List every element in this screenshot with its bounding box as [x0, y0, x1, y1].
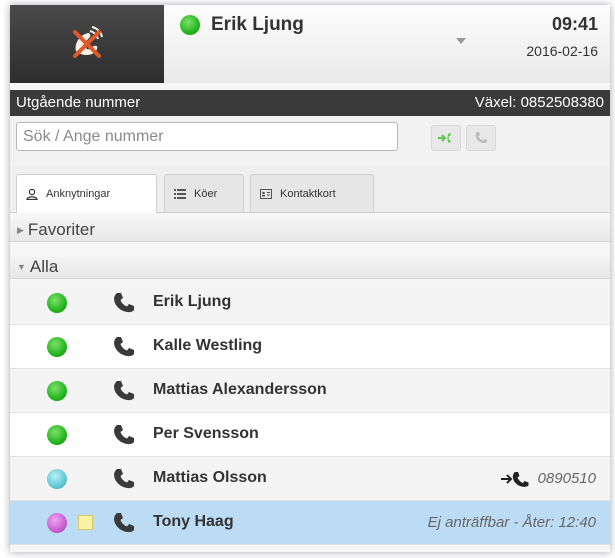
status-message: Ej anträffbar - Åter: 12:40 [427, 514, 596, 531]
contact-row-selected[interactable]: Tony Haag Ej anträffbar - Åter: 12:40 [10, 501, 610, 545]
contact-row[interactable]: Kalle Westling [10, 325, 610, 369]
tab-extensions[interactable]: Anknytningar [16, 174, 157, 213]
call-forward-icon [501, 472, 529, 487]
phone-icon[interactable] [112, 467, 136, 491]
contact-name: Tony Haag [153, 513, 234, 530]
call-button[interactable] [466, 125, 496, 151]
forward-number: 0890510 [537, 470, 596, 487]
phone-icon[interactable] [112, 335, 136, 359]
contact-row[interactable]: Erik Ljung [10, 281, 610, 325]
status-dot [47, 337, 67, 357]
no-call-phone-icon [73, 26, 103, 58]
tab-queues[interactable]: Köer [164, 174, 244, 212]
search-input[interactable] [16, 122, 398, 151]
clock-time: 09:41 [551, 14, 598, 34]
search-row [10, 116, 610, 166]
status-dot [47, 381, 67, 401]
logo-area[interactable] [10, 5, 164, 83]
tab-bar: Anknytningar Köer Kontaktkort [10, 166, 610, 213]
tab-label: Kontaktkort [280, 187, 336, 200]
contact-name: Erik Ljung [153, 293, 232, 310]
contact-card-icon [260, 188, 272, 199]
section-favorites[interactable]: ▶ Favoriter [10, 219, 610, 242]
contact-name: Mattias Alexandersson [153, 381, 327, 398]
contact-name: Per Svensson [153, 425, 259, 442]
status-dot [47, 513, 67, 533]
app-window: Erik Ljung 09:41 2016-02-16 Utgående num… [10, 5, 610, 552]
note-icon[interactable] [78, 515, 93, 530]
contact-name: Mattias Olsson [153, 469, 267, 486]
transfer-call-icon [438, 133, 451, 143]
expand-right-icon: ▶ [17, 225, 24, 235]
section-all[interactable]: ▼ Alla [10, 256, 610, 279]
contact-row[interactable]: Per Svensson [10, 413, 610, 457]
status-dot [47, 425, 67, 445]
list-icon [174, 188, 186, 199]
contact-name: Kalle Westling [153, 337, 263, 354]
phone-icon[interactable] [112, 291, 136, 315]
phone-icon[interactable] [112, 379, 136, 403]
user-status-dot [180, 15, 200, 35]
outgoing-number-bar: Utgående nummer Växel: 0852508380 [10, 90, 610, 116]
phone-icon [475, 132, 487, 144]
chevron-down-icon[interactable] [456, 38, 466, 44]
status-dot [47, 469, 67, 489]
contact-row[interactable]: Mattias Olsson 0890510 [10, 457, 610, 501]
user-name: Erik Ljung [211, 14, 304, 35]
section-label: Alla [29, 257, 59, 276]
user-status-area[interactable]: Erik Ljung 09:41 2016-02-16 [164, 5, 610, 83]
person-icon [26, 188, 38, 200]
section-label: Favoriter [27, 220, 95, 239]
outgoing-number-label: Utgående nummer [16, 94, 141, 111]
tab-label: Anknytningar [46, 188, 111, 200]
collapse-down-icon: ▼ [17, 262, 26, 272]
clock-date: 2016-02-16 [526, 43, 598, 59]
switchboard-number: Växel: 0852508380 [474, 94, 604, 111]
header: Erik Ljung 09:41 2016-02-16 [10, 5, 610, 83]
phone-icon[interactable] [112, 511, 136, 535]
status-dot [47, 293, 67, 313]
tab-contact-card[interactable]: Kontaktkort [250, 174, 374, 212]
transfer-call-button[interactable] [431, 125, 461, 151]
contact-row[interactable]: Mattias Alexandersson [10, 369, 610, 413]
tab-label: Köer [194, 187, 218, 200]
phone-icon[interactable] [112, 423, 136, 447]
